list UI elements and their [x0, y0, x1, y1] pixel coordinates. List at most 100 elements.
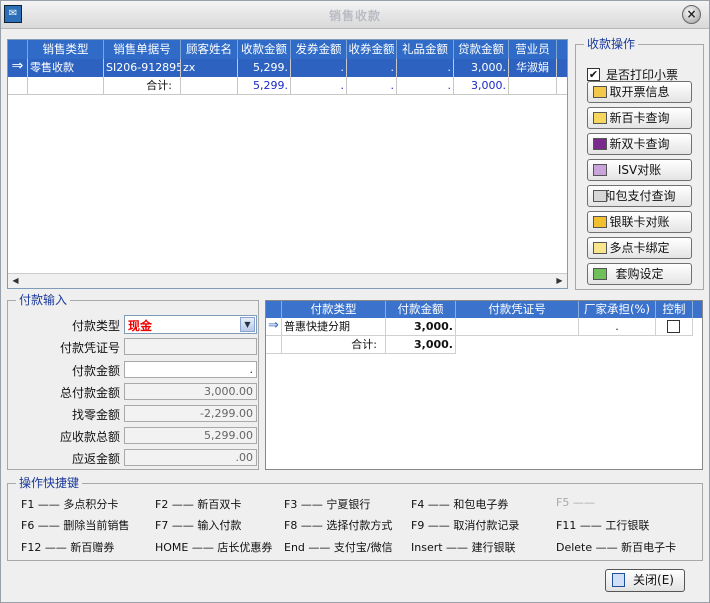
col-header-sale-type[interactable]: 销售类型 — [28, 40, 104, 59]
cell-recv-coupon[interactable]: . — [347, 59, 397, 77]
cell-sale-type[interactable]: 零售收款 — [28, 59, 104, 77]
shortcut-item: F5 —— — [556, 496, 595, 509]
shortcut-item: F12 —— 新百赠券 — [21, 539, 114, 555]
total-empty-cell — [509, 77, 557, 95]
shortcut-separator: —— — [168, 498, 198, 511]
total-empty-cell — [181, 77, 238, 95]
total-indicator-cell — [8, 77, 28, 95]
col-header-doc-no[interactable]: 销售单据号 — [104, 40, 181, 59]
shortcut-separator: —— — [34, 498, 64, 511]
user-gear-icon — [593, 164, 607, 176]
shortcut-separator: —— — [592, 541, 622, 554]
shortcut-item: F4 —— 和包电子券 — [411, 496, 508, 512]
shortcut-item: F7 —— 输入付款 — [155, 517, 241, 533]
total-gift: . — [397, 77, 454, 95]
exit-door-icon — [612, 573, 625, 587]
cell-loan[interactable]: 3,000. — [454, 59, 509, 77]
shortcut-key: End — [284, 541, 305, 554]
cell-doc-no[interactable]: SI206-912895 — [104, 59, 181, 77]
control-checkbox[interactable] — [667, 320, 680, 333]
scroll-left-icon[interactable]: ◀ — [8, 274, 23, 288]
table-row[interactable]: ⇒ 零售收款 SI206-912895 zx 5,299. . . . 3,00… — [8, 59, 567, 77]
cell-vendor-share[interactable]: . — [579, 318, 656, 336]
shortcut-action: 取消付款记录 — [453, 519, 520, 532]
shortcut-action: 支付宝/微信 — [333, 541, 393, 554]
close-icon[interactable]: × — [682, 5, 701, 24]
shortcut-panel-title: 操作快捷键 — [16, 476, 83, 490]
isv-reconcile-button[interactable]: ISV对账 — [587, 159, 692, 181]
dmall-card-bind-button[interactable]: 多点卡绑定 — [587, 237, 692, 259]
cell-issue-coupon[interactable]: . — [291, 59, 347, 77]
cell-gift[interactable]: . — [397, 59, 454, 77]
col-header-customer[interactable]: 顾客姓名 — [181, 40, 238, 59]
total-label: 合计: — [282, 336, 386, 354]
shortcut-key: F11 — [556, 519, 577, 532]
cell-receive[interactable]: 5,299. — [238, 59, 291, 77]
shortcut-action: 新百电子卡 — [621, 541, 677, 554]
total-label: 合计: — [104, 77, 181, 95]
col-header-voucher[interactable]: 付款凭证号 — [456, 301, 579, 318]
scroll-right-icon[interactable]: ▶ — [552, 274, 567, 288]
total-row: 合计: 5,299. . . . 3,000. — [8, 77, 567, 95]
shortcut-action: 删除当前销售 — [63, 519, 130, 532]
cell-voucher[interactable] — [456, 318, 579, 336]
payment-grid: 付款类型 付款金额 付款凭证号 厂家承担(%) 控制 ⇒ 普惠快捷分期 3,00… — [265, 300, 703, 470]
cell-pay-amount[interactable]: 3,000. — [386, 318, 456, 336]
total-recv-coupon: . — [347, 77, 397, 95]
shortcut-separator: —— — [304, 541, 334, 554]
shortcut-item: F6 —— 删除当前销售 — [21, 517, 129, 533]
shortcut-action: 工行银联 — [605, 519, 650, 532]
col-header-receive[interactable]: 收款金额 — [238, 40, 291, 59]
col-header-clerk[interactable]: 营业员 — [509, 40, 557, 59]
col-header-vendor-share[interactable]: 厂家承担(%) — [579, 301, 656, 318]
double-card-query-button[interactable]: 新双卡查询 — [587, 133, 692, 155]
unionpay-reconcile-button[interactable]: 银联卡对账 — [587, 211, 692, 233]
cell-control[interactable] — [656, 318, 693, 336]
refund-field: .00 — [124, 449, 257, 466]
horizontal-scrollbar[interactable]: ◀ ▶ — [8, 273, 567, 288]
shortcut-item: End —— 支付宝/微信 — [284, 539, 393, 555]
col-header-pay-type[interactable]: 付款类型 — [282, 301, 386, 318]
shortcut-item: F2 —— 新百双卡 — [155, 496, 241, 512]
row-arrow-icon: ⇒ — [8, 59, 28, 77]
get-invoice-button[interactable]: 取开票信息 — [587, 81, 692, 103]
col-header-recv-coupon[interactable]: 收券金额 — [347, 40, 397, 59]
shortcut-action: 新百双卡 — [197, 498, 242, 511]
xinbai-card-query-button[interactable]: 新百卡查询 — [587, 107, 692, 129]
total-pay-amount: 3,000. — [386, 336, 456, 354]
shortcut-key: F6 — [21, 519, 35, 532]
amount-label: 付款金额 — [71, 364, 120, 378]
col-header-pay-amount[interactable]: 付款金额 — [386, 301, 456, 318]
shortcut-action: 宁夏银行 — [326, 498, 371, 511]
col-header-gift[interactable]: 礼品金额 — [397, 40, 454, 59]
shortcut-key: HOME — [155, 541, 189, 554]
cell-clerk[interactable]: 华淑娟 — [509, 59, 557, 77]
ops-panel-title: 收款操作 — [584, 37, 639, 51]
pay-type-select[interactable]: 现金 ▼ — [124, 315, 257, 334]
shortcut-item: F11 —— 工行银联 — [556, 517, 649, 533]
title-bar: ✉ 销售收款 × — [1, 1, 709, 29]
invoice-icon — [593, 86, 607, 98]
shortcut-key: F3 — [284, 498, 298, 511]
refund-label: 应返金额 — [71, 452, 120, 466]
cell-customer[interactable]: zx — [181, 59, 238, 77]
col-header-issue-coupon[interactable]: 发券金额 — [291, 40, 347, 59]
shortcut-separator: —— — [34, 519, 64, 532]
bundle-setting-button[interactable]: 套购设定 — [587, 263, 692, 285]
print-receipt-checkbox[interactable]: ✔ — [587, 68, 600, 81]
dropdown-arrow-icon[interactable]: ▼ — [240, 317, 255, 332]
shortcut-item: F9 —— 取消付款记录 — [411, 517, 519, 533]
hebao-pay-query-button[interactable]: 和包支付查询 — [587, 185, 692, 207]
row-arrow-icon: ⇒ — [266, 318, 282, 336]
change-field: -2,299.00 — [124, 405, 257, 422]
col-header-control[interactable]: 控制 — [656, 301, 693, 318]
cell-pay-type[interactable]: 普惠快捷分期 — [282, 318, 386, 336]
shortcut-item: Delete —— 新百电子卡 — [556, 539, 676, 555]
shortcut-separator: —— — [442, 541, 472, 554]
voucher-field[interactable] — [124, 338, 257, 355]
amount-field[interactable]: . — [124, 361, 257, 378]
close-button[interactable]: 关闭(E) — [605, 569, 685, 592]
shortcut-separator: —— — [41, 541, 71, 554]
receivable-field: 5,299.00 — [124, 427, 257, 444]
col-header-loan[interactable]: 贷款金额 — [454, 40, 509, 59]
